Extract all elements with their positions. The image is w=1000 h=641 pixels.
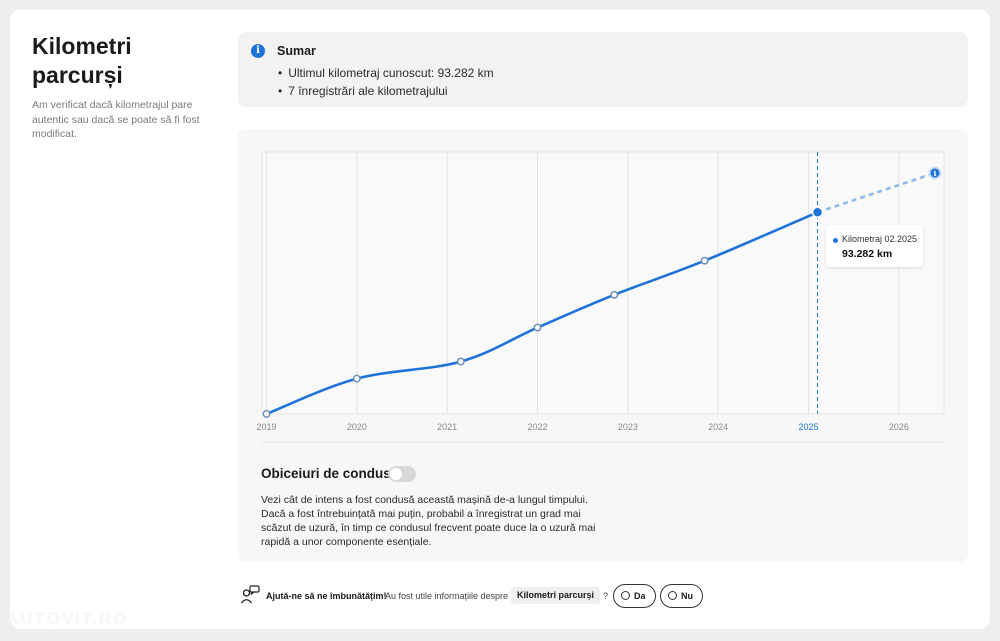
x-tick-label: 2026 bbox=[889, 422, 909, 432]
smile-icon bbox=[621, 591, 630, 600]
data-point bbox=[533, 323, 542, 332]
x-tick-label: 2024 bbox=[708, 422, 728, 432]
page-title: Kilometri parcurși bbox=[32, 33, 132, 88]
habits-toggle[interactable] bbox=[388, 466, 416, 482]
tooltip-value: 93.282 km bbox=[842, 248, 893, 260]
data-point-active bbox=[811, 206, 824, 219]
data-point bbox=[262, 410, 271, 418]
projection-info-glyph: i bbox=[934, 169, 937, 178]
x-tick-label: 2023 bbox=[618, 422, 638, 432]
feedback-question-mark: ? bbox=[603, 591, 609, 601]
x-tick-label: 2020 bbox=[347, 422, 367, 432]
feedback-no-button[interactable]: Nu bbox=[660, 584, 703, 608]
summary-box: i Sumar Ultimul kilometraj cunoscut: 93.… bbox=[238, 32, 968, 107]
neutral-face-icon bbox=[668, 591, 677, 600]
x-tick-label: 2021 bbox=[437, 422, 457, 432]
x-tick-label: 2025 bbox=[798, 422, 818, 432]
tooltip-dot bbox=[833, 238, 838, 243]
watermark-logo: AUTOVIT.RO bbox=[6, 609, 129, 628]
yes-label: Da bbox=[634, 591, 646, 601]
chart-panel: 2019 2020 2021 2022 2023 2024 2025 2026 i Kilome… bbox=[238, 129, 968, 562]
tooltip-label: Kilometraj 02.2025 bbox=[842, 234, 918, 244]
x-tick-label: 2022 bbox=[527, 422, 547, 432]
main-card: Kilometri parcurși Am verificat dacă kil… bbox=[10, 10, 990, 629]
data-point bbox=[700, 256, 709, 265]
summary-item: Ultimul kilometraj cunoscut: 93.282 km bbox=[278, 64, 493, 82]
feedback-topic-chip: Kilometri parcurși bbox=[511, 587, 601, 604]
info-icon: i bbox=[251, 44, 265, 58]
data-point bbox=[610, 290, 619, 299]
toggle-knob bbox=[390, 468, 402, 480]
chart-tooltip: Kilometraj 02.2025 93.282 km bbox=[826, 225, 923, 267]
summary-list: Ultimul kilometraj cunoscut: 93.282 km 7… bbox=[278, 64, 494, 100]
habits-description: Vezi cât de intens a fost condusă aceast… bbox=[261, 494, 596, 548]
x-tick-label: 2019 bbox=[257, 422, 277, 432]
summary-title: Sumar bbox=[277, 44, 316, 58]
feedback-question: Au fost utile informațiile despre bbox=[385, 591, 509, 601]
plot-area bbox=[261, 151, 945, 415]
habits-title: Obiceiuri de condus bbox=[261, 466, 391, 481]
feedback-bar: Ajută-ne să ne îmbunătățim! Au fost util… bbox=[240, 584, 740, 608]
data-point bbox=[352, 374, 361, 383]
feedback-yes-button[interactable]: Da bbox=[613, 584, 656, 608]
page-description: Am verificat dacă kilometrajul pare aute… bbox=[32, 99, 200, 140]
summary-item: 7 înregistrări ale kilometrajului bbox=[278, 82, 494, 100]
no-label: Nu bbox=[681, 591, 693, 601]
feedback-person-icon bbox=[240, 585, 260, 604]
mileage-chart: 2019 2020 2021 2022 2023 2024 2025 2026 i bbox=[257, 151, 945, 443]
feedback-heading: Ajută-ne să ne îmbunătățim! bbox=[266, 591, 387, 601]
data-point bbox=[456, 357, 465, 366]
